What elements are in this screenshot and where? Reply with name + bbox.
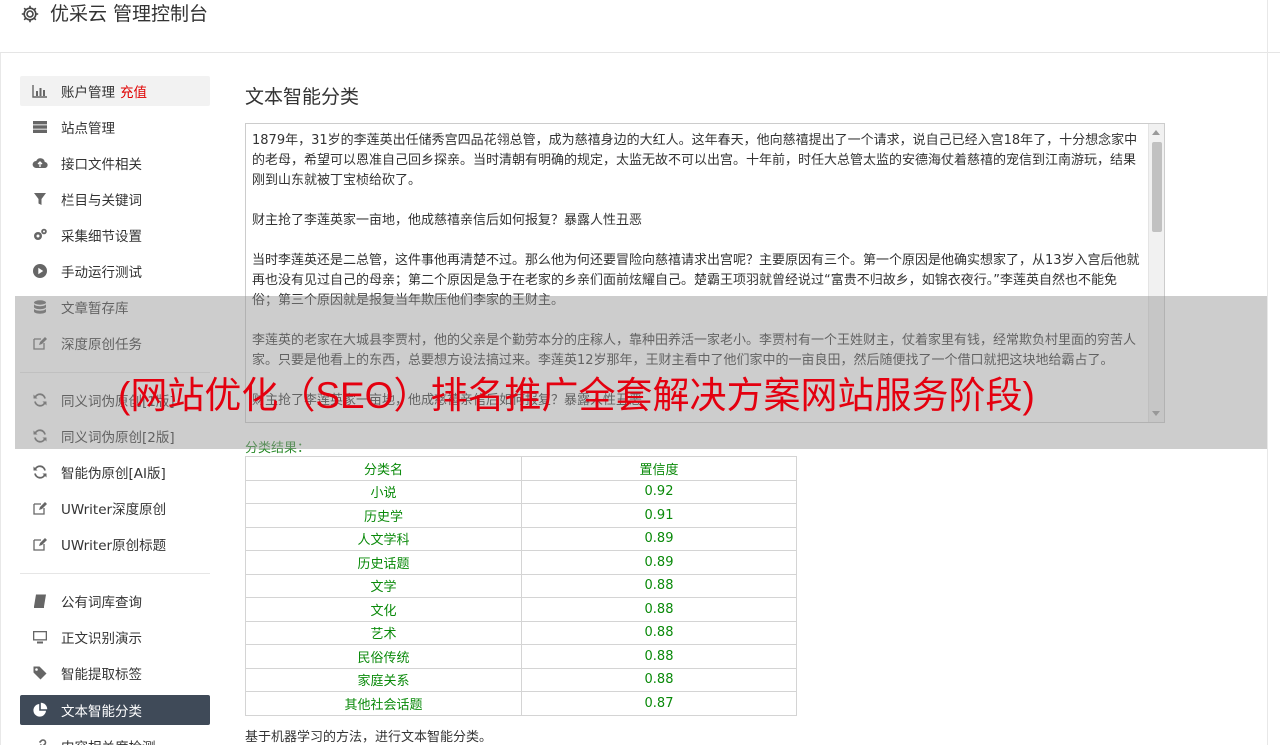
sidebar-item-columns-keywords[interactable]: 栏目与关键词 [20,184,210,214]
sidebar-item-account[interactable]: 账户管理 充值 [20,76,210,106]
category-cell: 其他社会话题 [245,691,522,716]
sidebar-item-label: 文本智能分类 [61,704,142,720]
confidence-cell: 0.91 [521,503,797,528]
sidebar-item-api-files[interactable]: 接口文件相关 [20,148,210,178]
table-row: 历史话题 0.89 [245,550,797,575]
category-cell: 家庭关系 [245,667,522,692]
confidence-cell: 0.89 [521,526,797,551]
category-cell: 小说 [245,479,522,504]
edit-icon [32,536,48,552]
sidebar-item-label: 采集细节设置 [61,229,142,245]
table-row: 文化 0.88 [245,597,797,622]
category-cell: 艺术 [245,620,522,645]
category-cell: 文化 [245,597,522,622]
table-row: 其他社会话题 0.87 [245,691,797,716]
sidebar-item-label: 接口文件相关 [61,157,142,173]
tag-icon [32,665,48,681]
confidence-cell: 0.88 [521,644,797,669]
sidebar-item-manual-run[interactable]: 手动运行测试 [20,256,210,286]
sidebar-item-label: 栏目与关键词 [61,193,142,209]
sidebar-item-uwriter-title[interactable]: UWriter原创标题 [20,529,210,559]
table-row: 小说 0.92 [245,479,797,504]
table-row: 家庭关系 0.88 [245,667,797,692]
cloud-upload-icon [32,155,48,171]
link-icon [32,738,48,745]
sidebar-item-label: 公有词库查询 [61,595,142,611]
table-row: 人文学科 0.89 [245,526,797,551]
sidebar-item-ai-pseudo[interactable]: 智能伪原创[AI版] [20,457,210,487]
watermark-overlay-text: (网站优化（SEO）排名推广全套解决方案网站服务阶段) [118,375,1035,416]
right-border [1267,0,1268,745]
sidebar-item-label: 智能伪原创[AI版] [61,466,166,482]
category-cell: 文学 [245,573,522,598]
classification-result-table: 分类名 置信度 小说 0.92 历史学 0.91 人文学科 0.89 历史话题 0.89… [245,456,797,716]
table-row: 历史学 0.91 [245,503,797,528]
category-cell: 民俗传统 [245,644,522,669]
refresh-icon [32,464,48,480]
sidebar-item-label: 站点管理 [61,121,115,137]
sidebar-item-uwriter-deep[interactable]: UWriter深度原创 [20,493,210,523]
edit-icon [32,500,48,516]
pie-chart-icon [32,702,48,718]
cogs-icon [32,227,48,243]
sidebar-item-collect-settings[interactable]: 采集细节设置 [20,220,210,250]
paragraph: 1879年，31岁的李莲英出任储秀宫四品花翎总管，成为慈禧身边的大红人。这年春天… [252,133,1138,188]
paragraph: 财主抢了李莲英家一亩地，他成慈禧亲信后如何报复？暴露人性丑恶 [252,213,643,228]
confidence-cell: 0.92 [521,479,797,504]
play-circle-icon [32,263,48,279]
sidebar-item-label: 账户管理 [61,85,115,101]
sidebar-item-label: 手动运行测试 [61,265,142,281]
sidebar-item-public-lexicon[interactable]: 公有词库查询 [20,586,210,616]
table-row: 文学 0.88 [245,573,797,598]
table-header-row: 分类名 置信度 [245,456,797,481]
left-border [0,53,1,745]
method-note: 基于机器学习的方法，进行文本智能分类。 [245,730,493,745]
category-cell: 历史话题 [245,550,522,575]
confidence-cell: 0.89 [521,550,797,575]
confidence-cell: 0.88 [521,597,797,622]
scroll-thumb[interactable] [1152,142,1162,232]
sidebar-item-text-classification[interactable]: 文本智能分类 [20,695,210,725]
app-title: 优采云 管理控制台 [50,3,209,25]
sidebar-item-label: 内容相关度检测 [61,736,156,745]
sidebar-item-label: 智能提取标签 [61,667,142,683]
confidence-cell: 0.88 [521,573,797,598]
page-title: 文本智能分类 [245,86,360,108]
sidebar-item-label: UWriter原创标题 [61,538,167,554]
book-icon [32,593,48,609]
category-cell: 人文学科 [245,526,522,551]
sidebar-item-label: 正文识别演示 [61,631,142,647]
desktop-icon [32,629,48,645]
table-row: 艺术 0.88 [245,620,797,645]
confidence-cell: 0.88 [521,667,797,692]
column-header-category: 分类名 [245,456,522,481]
gear-icon [20,4,40,24]
category-cell: 历史学 [245,503,522,528]
table-row: 民俗传统 0.88 [245,644,797,669]
column-header-confidence: 置信度 [521,456,797,481]
sidebar-item-relevance-check[interactable]: 内容相关度检测 [20,731,210,745]
confidence-cell: 0.88 [521,620,797,645]
bar-chart-icon [32,83,48,99]
filter-icon [32,191,48,207]
nav-divider [20,573,210,574]
sidebar-item-smart-tags[interactable]: 智能提取标签 [20,658,210,688]
recharge-link[interactable]: 充值 [120,81,147,101]
confidence-cell: 0.87 [521,691,797,716]
server-icon [32,119,48,135]
sidebar-item-body-recognition[interactable]: 正文识别演示 [20,622,210,652]
header-bar: 优采云 管理控制台 [0,0,1280,53]
scroll-up-icon[interactable] [1152,130,1160,135]
sidebar-item-sites[interactable]: 站点管理 [20,112,210,142]
sidebar-item-label: UWriter深度原创 [61,502,167,518]
